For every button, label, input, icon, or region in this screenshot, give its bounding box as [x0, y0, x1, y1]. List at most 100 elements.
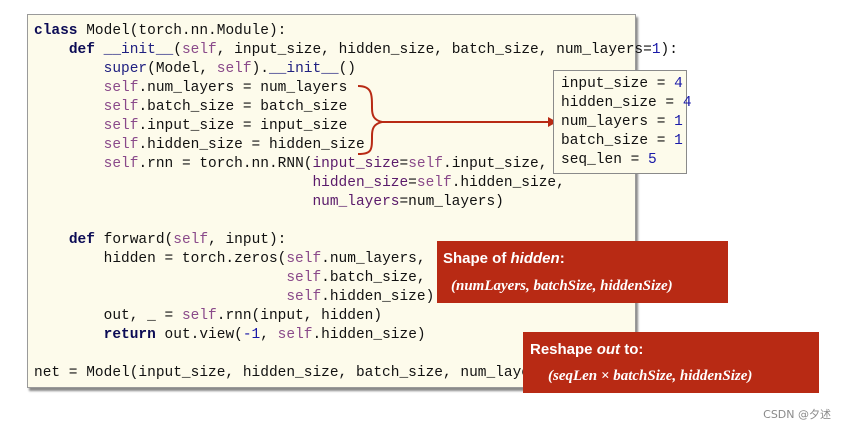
code-token: Model(torch.nn.Module):: [77, 23, 287, 39]
code-token: super: [103, 61, 148, 77]
code-token: class: [34, 23, 78, 39]
code-line: def __init__(self, input_size, hidden_si…: [34, 41, 678, 60]
code-line: self.num_layers = num_layers: [34, 79, 348, 98]
watermark: CSDN @夕述: [763, 408, 831, 421]
code-token: 1: [674, 133, 683, 149]
callout-hidden-formula: (numLayers, batchSize, hiddenSize): [451, 278, 673, 294]
code-line: self.input_size = input_size: [34, 117, 348, 136]
callout-hidden-shape: Shape of hidden: (numLayers, batchSize, …: [437, 241, 728, 303]
code-token: (: [173, 42, 182, 58]
code-token: self: [181, 308, 217, 324]
parameter-box: input_size = 4 hidden_size = 4 num_layers …: [553, 70, 692, 174]
code-line: self.batch_size = batch_size: [34, 98, 348, 117]
code-token: self: [286, 251, 322, 267]
code-token: (): [338, 61, 357, 77]
code-token: .hidden_size): [321, 289, 435, 305]
code-token: .hidden_size = hidden_size: [138, 137, 365, 153]
code-token: self: [286, 289, 322, 305]
parameter-line: input_size = 4: [561, 75, 683, 94]
code-token: self: [103, 156, 139, 172]
code-token: ,: [260, 327, 278, 343]
code-token: input_size =: [561, 76, 675, 92]
code-line: class Model(torch.nn.Module):: [34, 22, 286, 41]
callout-out-title-emph: out: [596, 341, 621, 358]
code-line: num_layers=num_layers): [34, 193, 503, 212]
code-token: .hidden_size,: [451, 175, 565, 191]
code-token: 1: [674, 114, 683, 130]
callout-out-title: Reshape out to:: [530, 341, 643, 358]
code-token: self: [103, 137, 139, 153]
code-token: 4: [682, 95, 692, 111]
parameter-line: num_layers = 1: [561, 113, 683, 132]
code-line: hidden = torch.zeros(self.num_layers,: [34, 250, 426, 269]
code-token: batch_size =: [561, 133, 675, 149]
code-token: , input):: [208, 232, 287, 248]
code-token: self: [277, 327, 313, 343]
code-token: .rnn(input, hidden): [216, 308, 383, 324]
code-token: .hidden_size): [312, 327, 426, 343]
code-token: =: [408, 175, 417, 191]
code-token: -1: [242, 327, 261, 343]
brace-arrow: [357, 85, 557, 155]
callout-out-title-prefix: Reshape: [530, 341, 597, 358]
code-line: self.hidden_size): [34, 288, 434, 307]
code-token: hidden_size: [312, 175, 409, 191]
code-token: .batch_size,: [321, 270, 426, 286]
code-token: self: [103, 118, 139, 134]
code-token: def: [68, 232, 95, 248]
callout-hidden-title-emph: hidden: [510, 250, 560, 267]
code-token: self: [416, 175, 452, 191]
code-token: .batch_size = batch_size: [138, 99, 348, 115]
code-line: super(Model, self).__init__(): [34, 60, 356, 79]
code-token: ):: [660, 42, 678, 58]
code-line: self.batch_size,: [34, 269, 426, 288]
code-token: .rnn = torch.nn.RNN(: [138, 156, 313, 172]
code-token: hidden = torch.zeros(: [34, 251, 287, 267]
code-token: .input_size = input_size: [138, 118, 348, 134]
parameter-line: hidden_size = 4: [561, 94, 692, 113]
code-token: net = Model(input_size, hidden_size, bat…: [34, 365, 557, 381]
code-token: out.view(: [155, 327, 243, 343]
parameter-line: seq_len = 5: [561, 151, 657, 170]
code-token: def: [68, 42, 95, 58]
code-line: def forward(self, input):: [34, 231, 287, 250]
code-token: num_layers: [312, 194, 400, 210]
callout-hidden-title-suffix: :: [559, 250, 565, 267]
code-token: self: [173, 232, 209, 248]
code-line: self.hidden_size = hidden_size: [34, 136, 365, 155]
code-line: out, _ = self.rnn(input, hidden): [34, 307, 382, 326]
code-line: hidden_size=self.hidden_size,: [34, 174, 565, 193]
code-token: 4: [674, 76, 683, 92]
code-token: ).: [251, 61, 269, 77]
code-token: .num_layers,: [321, 251, 426, 267]
code-token: num_layers =: [561, 114, 675, 130]
callout-out-title-suffix: to:: [620, 341, 644, 358]
code-line: return out.view(-1, self.hidden_size): [34, 326, 426, 345]
parameter-line: batch_size = 1: [561, 132, 683, 151]
code-token: 1: [651, 42, 661, 58]
callout-hidden-title: Shape of hidden:: [443, 250, 565, 267]
code-token: , input_size, hidden_size, batch_size, n…: [216, 42, 652, 58]
code-token: forward(: [94, 232, 174, 248]
code-token: self: [286, 270, 322, 286]
code-line: net = Model(input_size, hidden_size, bat…: [34, 364, 556, 383]
code-token: 5: [648, 152, 657, 168]
code-token: return: [103, 327, 156, 343]
code-token: hidden_size =: [561, 95, 683, 111]
code-token: out, _ =: [34, 308, 182, 324]
code-token: self: [103, 99, 139, 115]
code-token: self: [181, 42, 217, 58]
